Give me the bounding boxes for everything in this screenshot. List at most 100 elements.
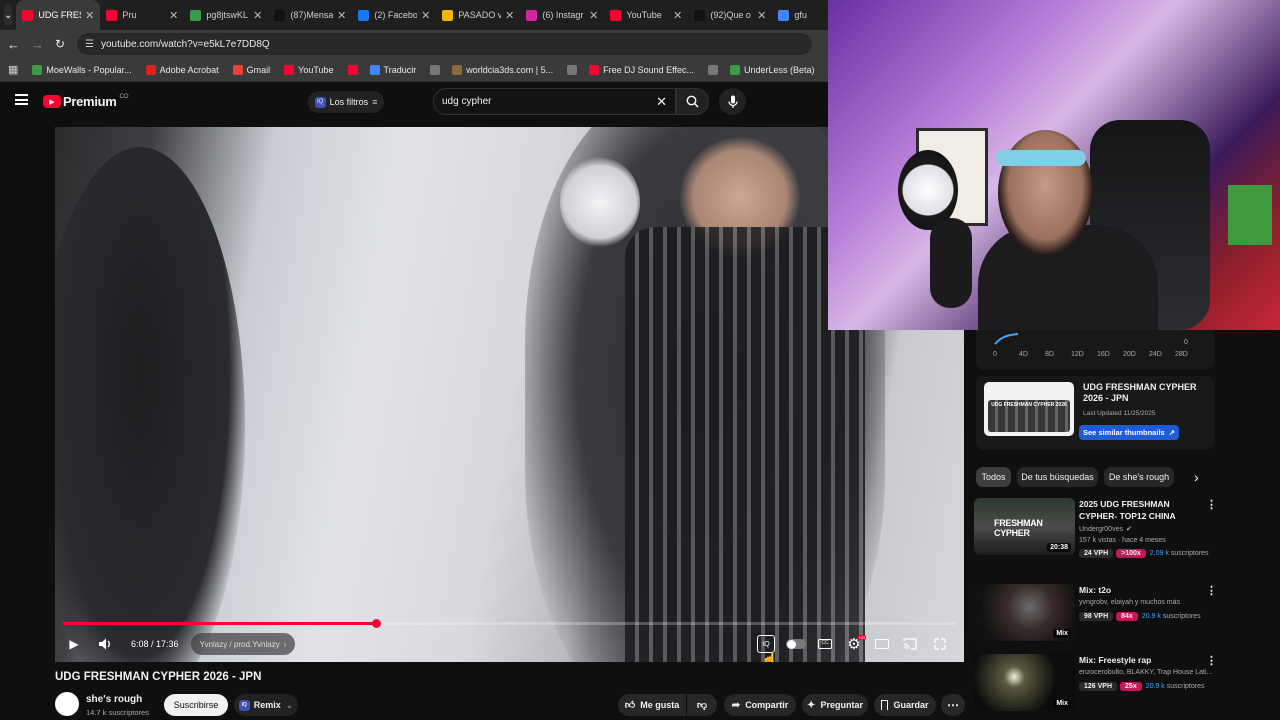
channel-name[interactable]: she's rough (86, 694, 142, 705)
ask-button[interactable]: ✦ Preguntar (802, 694, 868, 716)
subscriber-number: 20.9 k (1141, 613, 1161, 620)
tab-close-icon[interactable]: ✕ (589, 9, 598, 22)
volume-button[interactable] (95, 633, 117, 655)
bookmark-item[interactable]: YouTube (284, 64, 334, 75)
browser-tab[interactable]: UDG FRESH ✕ (16, 0, 101, 30)
recommendation-more-icon[interactable]: ⋮ (1206, 584, 1217, 597)
recommendation-thumbnail[interactable]: FRESHMAN CYPHER 20:38 (974, 498, 1075, 555)
recommendation-thumbnail[interactable]: Mix (974, 654, 1075, 711)
tab-title: gfu (794, 10, 807, 20)
browser-tab[interactable]: PASADO v ✕ (436, 0, 520, 30)
back-icon[interactable]: ← (7, 37, 25, 52)
recommendation-channel[interactable]: yvngrobv, elaiyah y muchos más (1079, 599, 1180, 606)
bookmark-favicon-icon (232, 64, 243, 75)
time-display: 6:08 / 17:36 (131, 639, 179, 649)
recommendation-more-icon[interactable]: ⋮ (1206, 498, 1217, 511)
recommendation-title[interactable]: 2025 UDG FRESHMAN CYPHER- TOP12 CHINA (1079, 498, 1197, 522)
bookmark-item[interactable] (347, 64, 362, 75)
bookmark-item[interactable] (708, 64, 722, 75)
bookmark-item[interactable]: Gmail (232, 64, 270, 75)
bookmark-item[interactable] (430, 64, 444, 75)
save-label: Guardar (893, 700, 929, 710)
cast-button[interactable] (900, 634, 920, 654)
bookmark-item[interactable]: Adobe Acrobat (145, 64, 219, 75)
search-button[interactable] (676, 88, 709, 115)
bookmarks-bar: ▦ MoeWalls - Popular... Adobe Acrobat Gmai… (0, 58, 828, 82)
menu-icon[interactable] (15, 94, 28, 105)
recommendation-channel-name: Undergr00ves (1079, 526, 1123, 533)
bookmark-item[interactable]: Traducir (369, 64, 416, 75)
filter-chip[interactable]: De tus búsquedas (1017, 467, 1098, 487)
recommendation-channel[interactable]: Undergr00ves ✔ (1079, 525, 1132, 533)
youtube-logo[interactable]: ▶ Premium CO (43, 94, 129, 109)
browser-tab[interactable]: (87)Mensa ✕ (268, 0, 352, 30)
tab-close-icon[interactable]: ✕ (505, 9, 514, 22)
chapter-title: Yvnlazy / prod.Yvnlazy (199, 639, 280, 649)
bookmark-item[interactable] (567, 64, 581, 75)
clear-search-icon[interactable]: ✕ (656, 94, 667, 110)
share-button[interactable]: ➦ Compartir (724, 694, 796, 716)
search-box[interactable]: udg cypher ✕ (433, 88, 676, 115)
miniplayer-button[interactable] (872, 634, 892, 654)
save-button[interactable]: Guardar (874, 694, 936, 716)
subscribe-button[interactable]: Suscribirse (164, 694, 228, 716)
tab-close-icon[interactable]: ✕ (337, 9, 346, 22)
channel-avatar[interactable] (55, 692, 79, 716)
recommendation-title[interactable]: Mix: Freestyle rap (1079, 654, 1197, 666)
recommendation-thumbnail[interactable]: Mix (974, 584, 1075, 641)
reload-icon[interactable]: ↻ (55, 37, 73, 51)
captions-button[interactable]: CC (815, 634, 835, 654)
chips-next-arrow-icon[interactable]: › (1194, 469, 1199, 485)
tab-favicon-icon (526, 9, 538, 21)
browser-tab-bar: ⌄ UDG FRESH✕Pru✕pg8jtswKL✕(87)Mensa✕(2) … (0, 0, 828, 30)
remix-button[interactable]: IQ Remix ⌄ (234, 694, 298, 716)
filter-chip[interactable]: De she's rough (1104, 467, 1174, 487)
recommendation-duration: 20:38 (1047, 543, 1071, 552)
filters-button[interactable]: IQ Los filtros ≡ (308, 91, 384, 113)
browser-tab[interactable]: YouTube ✕ (604, 0, 688, 30)
like-button[interactable]: 👍︎ Me gusta (618, 694, 686, 716)
site-info-icon[interactable]: ☰ (85, 39, 94, 50)
thumbnail-analysis-image[interactable]: UDG FRESHMAN CYPHER 2026 (984, 382, 1074, 436)
external-link-icon: ↗ (1168, 428, 1175, 437)
tab-close-icon[interactable]: ✕ (169, 9, 178, 22)
dislike-button[interactable]: 👎︎ (687, 694, 717, 716)
url-text[interactable]: youtube.com/watch?v=e5kL7e7DD8Q (101, 39, 270, 50)
fullscreen-button[interactable] (930, 634, 950, 654)
bookmark-item[interactable]: Free DJ Sound Effec... (589, 64, 694, 75)
chapter-button[interactable]: Yvnlazy / prod.Yvnlazy › (191, 633, 295, 655)
see-similar-thumbnails-button[interactable]: See similar thumbnails ↗ (1079, 425, 1179, 440)
browser-tab[interactable]: (2) Facebo ✕ (352, 0, 436, 30)
recommendation-channel[interactable]: enzocerobulto, BLAKKY, Trap House Lati..… (1079, 669, 1212, 676)
autoplay-toggle[interactable] (786, 639, 806, 649)
bookmark-item[interactable]: UnderLess (Beta) (730, 64, 815, 75)
tab-search-chevron-icon[interactable]: ⌄ (4, 4, 13, 26)
more-actions-button[interactable]: ⋯ (941, 694, 965, 716)
miniplayer-icon (875, 639, 889, 649)
tab-close-icon[interactable]: ✕ (421, 9, 430, 22)
browser-tab[interactable]: pg8jtswKL ✕ (184, 0, 268, 30)
tab-close-icon[interactable]: ✕ (253, 9, 262, 22)
omnibox[interactable]: ☰ youtube.com/watch?v=e5kL7e7DD8Q (77, 33, 812, 55)
search-input[interactable]: udg cypher (442, 96, 656, 107)
browser-tab[interactable]: Pru ✕ (100, 0, 184, 30)
apps-grid-icon[interactable]: ▦ (8, 63, 18, 76)
voice-search-button[interactable] (719, 88, 746, 115)
chip-all[interactable]: Todos (976, 467, 1011, 487)
play-button[interactable]: ▶ (63, 633, 85, 655)
browser-tab[interactable]: (92)Que o ✕ (688, 0, 772, 30)
recommendation-more-icon[interactable]: ⋮ (1206, 654, 1217, 667)
settings-button[interactable]: ⚙ HD (843, 634, 866, 654)
tab-close-icon[interactable]: ✕ (757, 9, 766, 22)
bookmark-item[interactable]: MoeWalls - Popular... (32, 64, 132, 75)
tab-close-icon[interactable]: ✕ (85, 9, 94, 22)
recommendation-title[interactable]: Mix: t2o (1079, 584, 1197, 596)
bookmark-item[interactable]: worldcia3ds.com | 5... (452, 64, 553, 75)
browser-tab[interactable]: (6) Instagr ✕ (520, 0, 604, 30)
progress-scrubber[interactable] (371, 619, 381, 628)
browser-tab[interactable]: gfu✕ (772, 0, 828, 30)
progress-bar[interactable] (63, 619, 956, 628)
tab-close-icon[interactable]: ✕ (673, 9, 682, 22)
forward-icon[interactable]: → (31, 37, 49, 52)
microphone-icon (727, 95, 738, 108)
